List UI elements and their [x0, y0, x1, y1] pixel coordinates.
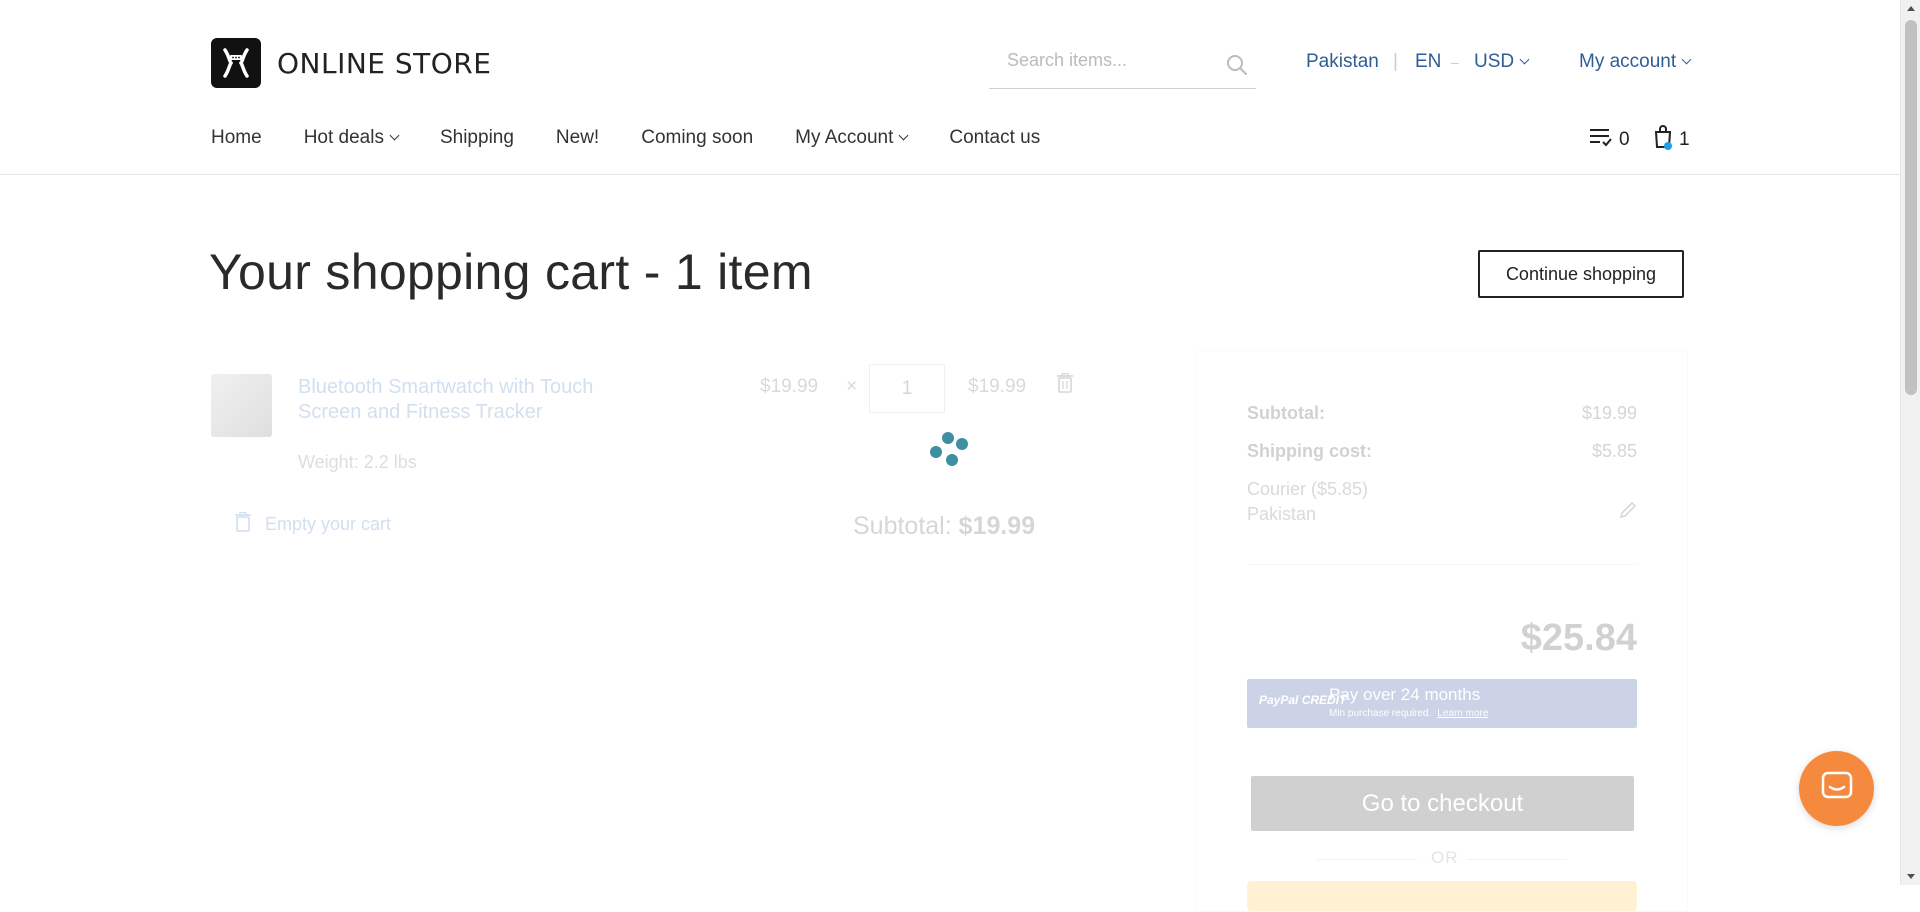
product-thumbnail[interactable] — [211, 374, 272, 437]
cart-button[interactable]: 1 — [1653, 125, 1690, 155]
product-line-total: $19.99 — [968, 376, 1027, 397]
paypal-learn-more-link[interactable]: Learn more — [1437, 708, 1488, 719]
scroll-up-arrow[interactable] — [1907, 6, 1915, 11]
cart-count: 1 — [1679, 129, 1690, 150]
paypal-credit-banner[interactable]: PayPal CREDIT Pay over 24 months Min pur… — [1247, 679, 1637, 728]
cart-icon — [1653, 125, 1673, 155]
quantity-input[interactable]: 1 — [869, 364, 945, 413]
nav-my-account[interactable]: My Account — [795, 127, 909, 149]
country-selector[interactable]: Pakistan — [1306, 51, 1379, 73]
paypal-credit-subtext: Min purchase required. Learn more — [1329, 708, 1488, 719]
product-unit-price: $19.99 — [760, 376, 819, 397]
lang-currency-separator: – — [1451, 54, 1459, 70]
nav-new[interactable]: New! — [556, 127, 599, 149]
cart-subtotal-label: Subtotal: — [853, 512, 952, 540]
scrollbar-thumb[interactable] — [1905, 20, 1917, 395]
chevron-down-icon — [898, 130, 909, 141]
nav-my-account-label: My Account — [795, 127, 894, 148]
order-summary-panel: Subtotal: $19.99 Shipping cost: $5.85 Co… — [1196, 350, 1688, 912]
search-icon[interactable] — [1226, 54, 1248, 81]
logo-text: ONLINE STORE — [277, 46, 492, 80]
summary-divider — [1247, 564, 1637, 565]
nav-coming-soon[interactable]: Coming soon — [641, 127, 753, 149]
summary-shipping-label: Shipping cost: — [1247, 441, 1372, 461]
store-logo[interactable]: ONLINE STORE — [211, 38, 491, 88]
or-divider-right — [1467, 859, 1567, 860]
multiply-sign: × — [846, 376, 858, 397]
main-nav: Home Hot deals Shipping New! Coming soon… — [211, 127, 1082, 149]
or-divider-left — [1317, 859, 1417, 860]
cart-indicator-dot — [1664, 142, 1672, 150]
my-account-label: My account — [1579, 51, 1677, 72]
edit-shipping-pencil-icon[interactable] — [1619, 501, 1637, 524]
nav-contact-us[interactable]: Contact us — [949, 127, 1040, 149]
topbar-separator: | — [1393, 51, 1398, 72]
spinner-dot — [942, 432, 954, 444]
nav-hot-deals[interactable]: Hot deals — [303, 127, 400, 149]
page-title: Your shopping cart - 1 item — [209, 244, 813, 300]
cart-subtotal-value: $19.99 — [958, 512, 1036, 540]
nav-home[interactable]: Home — [211, 127, 262, 149]
summary-shipping-row: Shipping cost: $5.85 — [1247, 441, 1637, 462]
my-account-menu[interactable]: My account — [1579, 51, 1692, 73]
or-label: OR — [1431, 848, 1459, 867]
chevron-down-icon — [1681, 54, 1692, 65]
scrollbar[interactable] — [1900, 0, 1920, 885]
spinner-dot — [956, 438, 968, 450]
scroll-down-arrow[interactable] — [1907, 874, 1915, 879]
product-name-link[interactable]: Bluetooth Smartwatch with Touch Screen a… — [298, 375, 638, 425]
empty-cart-label: Empty your cart — [265, 514, 392, 534]
search-input[interactable] — [989, 44, 1235, 77]
paypal-credit-note: Min purchase required. — [1329, 708, 1432, 719]
trash-icon — [235, 511, 251, 537]
shipping-method: Courier ($5.85) — [1247, 479, 1369, 499]
summary-shipping-value: $5.85 — [1591, 441, 1637, 461]
paypal-credit-headline: Pay over 24 months — [1329, 685, 1481, 704]
chat-icon — [1821, 771, 1853, 806]
search-box[interactable] — [989, 44, 1256, 89]
summary-subtotal-row: Subtotal: $19.99 — [1247, 403, 1637, 424]
currency-selector[interactable]: USD — [1474, 51, 1530, 73]
shipping-country: Pakistan — [1247, 504, 1317, 524]
nav-shipping[interactable]: Shipping — [440, 127, 514, 149]
remove-item-trash-icon[interactable] — [1057, 372, 1073, 398]
currency-label: USD — [1474, 51, 1515, 72]
header-divider — [0, 174, 1901, 175]
spinner-dot — [930, 446, 942, 458]
product-weight: Weight: 2.2 lbs — [298, 452, 417, 472]
wishlist-count: 0 — [1619, 129, 1630, 150]
chat-launcher-button[interactable] — [1799, 751, 1874, 826]
continue-shopping-button[interactable]: Continue shopping — [1478, 250, 1684, 298]
chevron-down-icon — [1519, 54, 1530, 65]
loading-spinner-icon — [928, 428, 972, 472]
go-to-checkout-button[interactable]: Go to checkout — [1251, 776, 1634, 831]
logo-icon — [211, 38, 261, 88]
language-selector[interactable]: EN — [1415, 51, 1441, 73]
paypal-checkout-button[interactable] — [1247, 881, 1637, 911]
spinner-dot — [946, 454, 958, 466]
summary-subtotal-label: Subtotal: — [1247, 403, 1325, 423]
wishlist-button[interactable]: 0 — [1589, 127, 1630, 153]
chevron-down-icon — [389, 130, 400, 141]
nav-hot-deals-label: Hot deals — [303, 127, 384, 148]
wishlist-icon — [1589, 127, 1613, 153]
cart-subtotal: Subtotal: $19.99 — [853, 512, 1035, 541]
empty-cart-link[interactable]: Empty your cart — [235, 511, 392, 537]
order-total: $25.84 — [1520, 617, 1637, 659]
summary-subtotal-value: $19.99 — [1581, 403, 1637, 423]
